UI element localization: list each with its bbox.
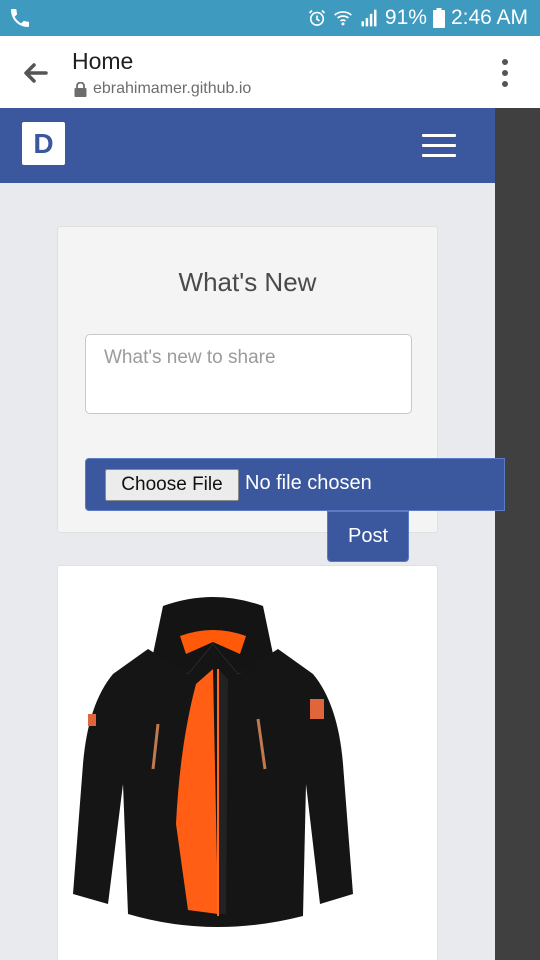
choose-file-button[interactable]: Choose File xyxy=(105,469,239,501)
alarm-icon xyxy=(308,9,325,26)
site-navbar: D xyxy=(0,108,495,183)
url-domain: ebrahimamer.github.io xyxy=(74,80,251,98)
page-title: Home xyxy=(72,48,134,74)
file-status: No file chosen xyxy=(245,472,372,494)
post-textarea[interactable] xyxy=(85,334,412,414)
brand-logo[interactable]: D xyxy=(22,122,65,165)
signal-icon xyxy=(361,9,377,27)
hamburger-menu-icon[interactable] xyxy=(422,134,456,158)
post-button[interactable]: Post xyxy=(327,511,409,562)
overflow-strip xyxy=(495,108,540,960)
wifi-icon xyxy=(334,11,352,26)
phone-icon xyxy=(11,9,29,27)
file-input[interactable]: Choose File No file chosen xyxy=(85,458,505,511)
browser-toolbar: Home ebrahimamer.github.io xyxy=(0,36,540,108)
domain-text: ebrahimamer.github.io xyxy=(93,80,252,97)
post-card xyxy=(57,565,438,960)
lock-icon xyxy=(74,81,87,97)
post-image xyxy=(73,597,353,928)
status-bar: 91% 2:46 AM xyxy=(0,0,540,36)
composer-heading: What's New xyxy=(178,267,317,297)
clock: 2:46 AM xyxy=(450,6,528,29)
battery-percent: 91% xyxy=(384,6,427,29)
back-arrow-icon[interactable] xyxy=(20,58,50,88)
more-vert-icon[interactable] xyxy=(500,58,510,88)
battery-icon xyxy=(432,8,445,28)
